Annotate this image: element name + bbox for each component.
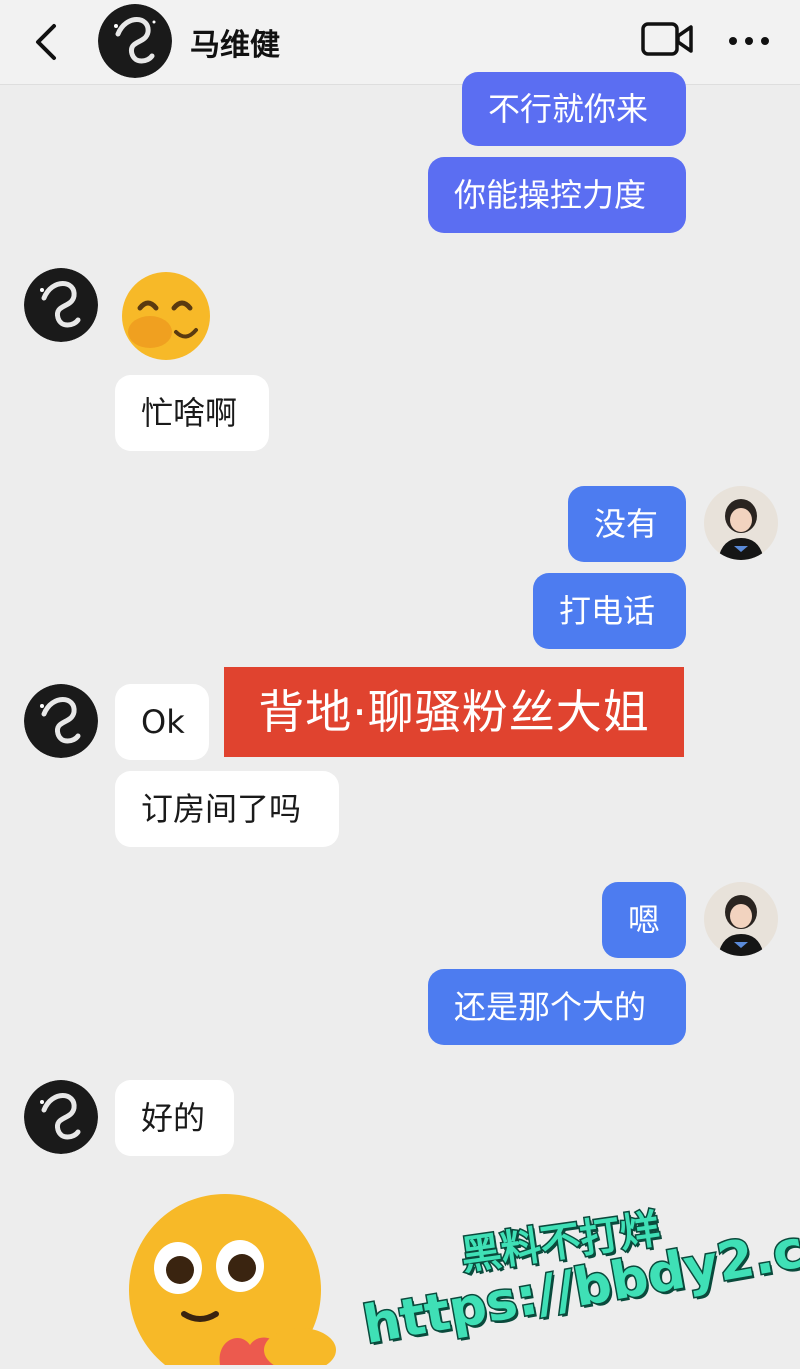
message-bubble-outgoing[interactable]: 不行就你来 — [462, 72, 686, 146]
contact-avatar[interactable] — [98, 4, 172, 78]
user-avatar[interactable] — [704, 486, 778, 560]
heart-holding-emoji[interactable] — [120, 1190, 360, 1369]
contact-avatar[interactable] — [24, 684, 98, 758]
message-bubble-incoming[interactable]: 订房间了吗 — [115, 771, 339, 847]
back-chevron-icon — [36, 24, 56, 60]
message-bubble-outgoing[interactable]: 嗯 — [602, 882, 686, 958]
message-bubble-outgoing[interactable]: 你能操控力度 — [428, 157, 686, 233]
blushing-smile-emoji[interactable] — [116, 268, 216, 364]
contact-name: 马维健 — [190, 28, 280, 63]
message-bubble-outgoing[interactable]: 还是那个大的 — [428, 969, 686, 1045]
video-call-icon — [641, 22, 693, 56]
message-bubble-outgoing[interactable]: 没有 — [568, 486, 686, 562]
message-bubble-incoming[interactable]: Ok — [115, 684, 209, 760]
contact-avatar[interactable] — [24, 1080, 98, 1154]
video-call-button[interactable] — [640, 20, 694, 60]
chat-header: 马维健 — [0, 0, 800, 85]
more-options-icon — [729, 37, 769, 45]
message-bubble-incoming[interactable]: 忙啥啊 — [115, 375, 269, 451]
overlay-banner: 背地·聊骚粉丝大姐 — [224, 667, 684, 757]
more-options-button[interactable] — [726, 24, 772, 58]
user-avatar[interactable] — [704, 882, 778, 956]
contact-avatar[interactable] — [24, 268, 98, 342]
back-button[interactable] — [26, 20, 70, 64]
message-bubble-outgoing[interactable]: 打电话 — [533, 573, 686, 649]
message-bubble-incoming[interactable]: 好的 — [115, 1080, 234, 1156]
